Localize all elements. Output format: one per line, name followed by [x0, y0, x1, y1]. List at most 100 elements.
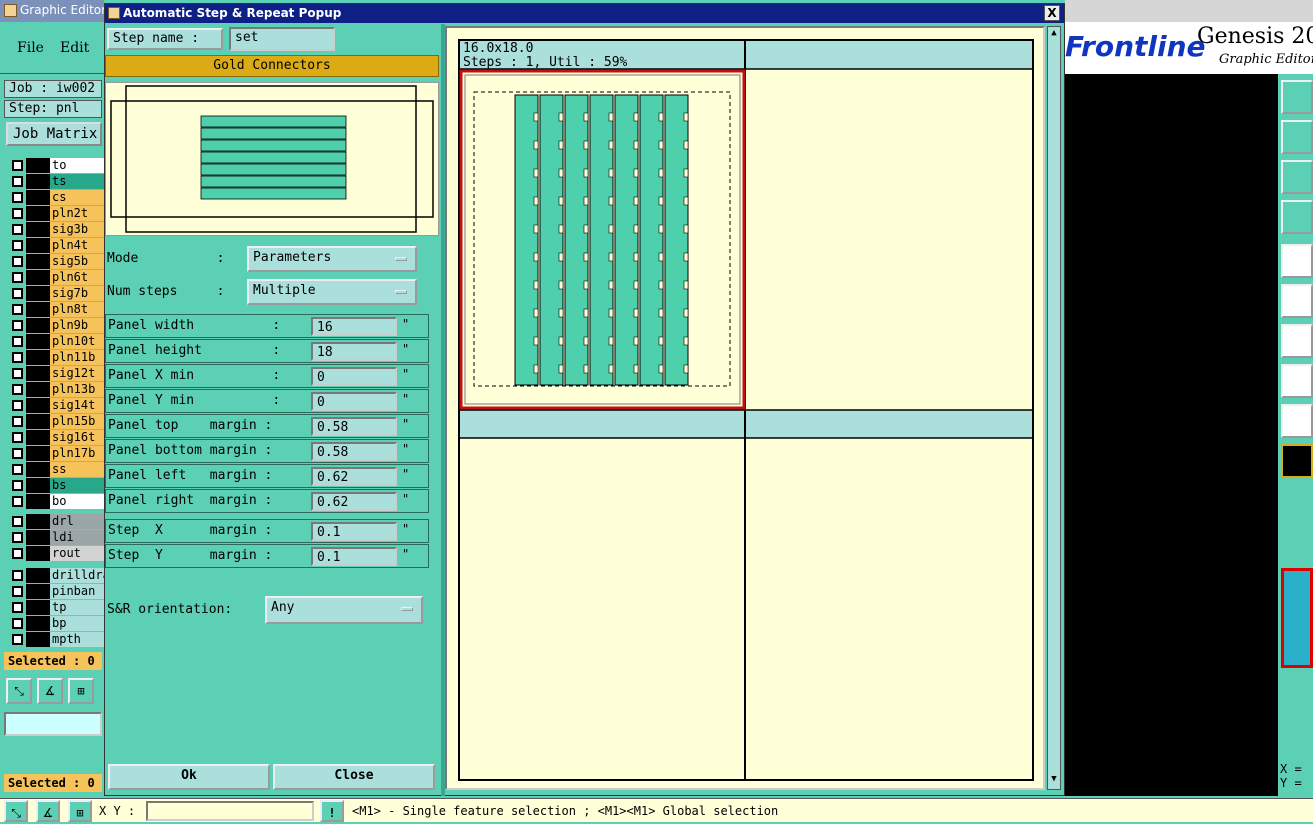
layer-checkbox[interactable]: [12, 288, 23, 299]
layer-checkbox[interactable]: [12, 618, 23, 629]
layer-row[interactable]: pln13b: [8, 382, 108, 397]
job-matrix-button[interactable]: Job Matrix: [6, 122, 102, 146]
layer-row[interactable]: sig16t: [8, 430, 108, 445]
graphic-area[interactable]: [1065, 74, 1278, 796]
layer-row[interactable]: sig7b: [8, 286, 108, 301]
fit-icon[interactable]: [1281, 160, 1313, 194]
mode-select[interactable]: Parameters: [247, 246, 417, 272]
layer-checkbox[interactable]: [12, 634, 23, 645]
layer-checkbox[interactable]: [12, 176, 23, 187]
orientation-select[interactable]: Any: [265, 596, 423, 624]
layer-checkbox[interactable]: [12, 192, 23, 203]
ok-button[interactable]: Ok: [108, 764, 270, 790]
layer-row[interactable]: bp: [8, 616, 108, 631]
layer-checkbox[interactable]: [12, 384, 23, 395]
layer-row[interactable]: sig5b: [8, 254, 108, 269]
layer-row[interactable]: sig3b: [8, 222, 108, 237]
layer-row[interactable]: pln2t: [8, 206, 108, 221]
layer-checkbox[interactable]: [12, 586, 23, 597]
xy-input[interactable]: [146, 801, 314, 821]
menu-file[interactable]: File: [17, 40, 44, 56]
connect-icon[interactable]: [1281, 284, 1313, 318]
layer-row[interactable]: drilldraw: [8, 568, 108, 583]
layer-checkbox[interactable]: [12, 336, 23, 347]
param-input[interactable]: 0.58: [311, 442, 397, 461]
close-button[interactable]: Close: [273, 764, 435, 790]
results-scrollbar[interactable]: ▲ ▼: [1047, 26, 1061, 790]
layer-checkbox[interactable]: [12, 272, 23, 283]
layer-checkbox[interactable]: [12, 160, 23, 171]
layer-row[interactable]: drl: [8, 514, 108, 529]
layer-checkbox[interactable]: [12, 240, 23, 251]
layer-row[interactable]: rout: [8, 546, 108, 561]
menu-edit[interactable]: Edit: [60, 40, 89, 56]
layer-row[interactable]: pln10t: [8, 334, 108, 349]
layer-checkbox[interactable]: [12, 432, 23, 443]
layer-checkbox[interactable]: [12, 224, 23, 235]
command-input[interactable]: [4, 712, 102, 736]
param-input[interactable]: 0.58: [311, 417, 397, 436]
layer-row[interactable]: pln8t: [8, 302, 108, 317]
num-steps-select[interactable]: Multiple: [247, 279, 417, 305]
layer-checkbox[interactable]: [12, 368, 23, 379]
layer-checkbox[interactable]: [12, 532, 23, 543]
layer-checkbox[interactable]: [12, 496, 23, 507]
layer-row[interactable]: pln11b: [8, 350, 108, 365]
layer-row[interactable]: to: [8, 158, 108, 173]
select-nodes-icon[interactable]: [1281, 364, 1313, 398]
layer-row[interactable]: cs: [8, 190, 108, 205]
layer-row[interactable]: bo: [8, 494, 108, 509]
param-input[interactable]: 18: [311, 342, 397, 361]
grid-tool-icon[interactable]: ⊞: [68, 678, 94, 704]
layer-checkbox[interactable]: [12, 256, 23, 267]
close-icon[interactable]: X: [1044, 5, 1060, 21]
layer-row[interactable]: pln9b: [8, 318, 108, 333]
alert-icon[interactable]: !: [320, 800, 344, 822]
step-name-input[interactable]: set: [229, 27, 335, 51]
layer-checkbox[interactable]: [12, 448, 23, 459]
layer-row[interactable]: pln4t: [8, 238, 108, 253]
layer-checkbox[interactable]: [12, 602, 23, 613]
layer-checkbox[interactable]: [12, 400, 23, 411]
layer-row[interactable]: pln17b: [8, 446, 108, 461]
param-input[interactable]: 0.62: [311, 467, 397, 486]
status-angle-icon[interactable]: ∡: [36, 800, 60, 822]
layer-checkbox[interactable]: [12, 352, 23, 363]
layer-row[interactable]: sig14t: [8, 398, 108, 413]
layer-row[interactable]: pln6t: [8, 270, 108, 285]
layer-checkbox[interactable]: [12, 416, 23, 427]
layer-checkbox[interactable]: [12, 570, 23, 581]
layer-checkbox[interactable]: [12, 320, 23, 331]
status-zoom-icon[interactable]: ⤡: [4, 800, 28, 822]
clipboard-icon[interactable]: [1281, 80, 1313, 114]
param-input[interactable]: 16: [311, 317, 397, 336]
zoom-tool-icon[interactable]: ⤡: [6, 678, 32, 704]
step-param-input[interactable]: 0.1: [311, 547, 397, 566]
layer-checkbox[interactable]: [12, 548, 23, 559]
measure-icon[interactable]: [1281, 324, 1313, 358]
angle-tool-icon[interactable]: ∡: [37, 678, 63, 704]
param-input[interactable]: 0.62: [311, 492, 397, 511]
step-param-input[interactable]: 0.1: [311, 522, 397, 541]
param-input[interactable]: 0: [311, 392, 397, 411]
layer-checkbox[interactable]: [12, 464, 23, 475]
layer-row[interactable]: sig12t: [8, 366, 108, 381]
param-input[interactable]: 0: [311, 367, 397, 386]
tools-icon[interactable]: [1281, 200, 1313, 234]
layer-checkbox[interactable]: [12, 208, 23, 219]
snap-icon[interactable]: [1281, 244, 1313, 278]
layer-row[interactable]: ss: [8, 462, 108, 477]
scroll-down-icon[interactable]: ▼: [1049, 774, 1059, 788]
layer-checkbox[interactable]: [12, 304, 23, 315]
status-grid-icon[interactable]: ⊞: [68, 800, 92, 822]
pointer-icon[interactable]: [1281, 444, 1313, 478]
layer-row[interactable]: tp: [8, 600, 108, 615]
layer-row[interactable]: bs: [8, 478, 108, 493]
scroll-up-icon[interactable]: ▲: [1049, 28, 1059, 42]
layer-row[interactable]: mpth: [8, 632, 108, 647]
layer-checkbox[interactable]: [12, 516, 23, 527]
layer-row[interactable]: pln15b: [8, 414, 108, 429]
layer-checkbox[interactable]: [12, 480, 23, 491]
layer-row[interactable]: pinban: [8, 584, 108, 599]
layer-row[interactable]: ldi: [8, 530, 108, 545]
